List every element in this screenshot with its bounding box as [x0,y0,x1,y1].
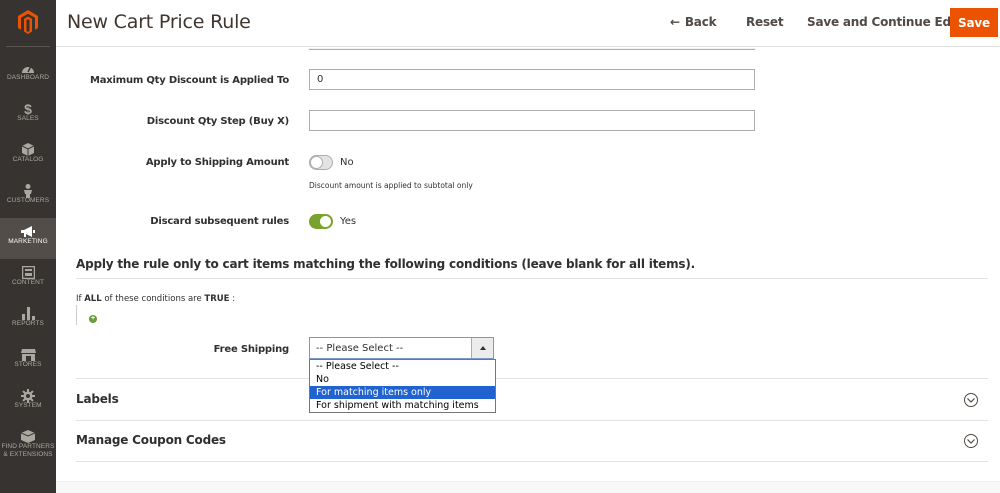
conditions-statement: If ALL of these conditions are TRUE : [76,294,235,304]
sidebar-item-label: CUSTOMERS [6,197,50,204]
sidebar-item-dashboard[interactable]: DASHBOARD [0,54,56,95]
sidebar-item-label: CATALOG [12,156,44,163]
toggle-knob [319,215,332,228]
chevron-down-circle-icon[interactable] [964,393,978,407]
sidebar-divider [6,46,50,47]
sidebar-item-find-partners[interactable]: FIND PARTNERS & EXTENSIONS [0,423,56,469]
section-divider [76,378,988,379]
puzzle-box-icon [0,423,56,444]
free-shipping-label: Free Shipping [213,344,290,355]
gear-icon [0,382,56,403]
save-and-continue-button[interactable]: Save and Continue Edit [807,15,961,29]
chevron-down-circle-icon[interactable] [964,434,978,448]
toggle-knob [310,156,323,169]
max-qty-label: Maximum Qty Discount is Applied To [89,75,289,86]
cond-value[interactable]: TRUE [204,294,229,304]
free-shipping-select[interactable]: -- Please Select -- [309,337,494,359]
back-button-label: Back [684,15,717,29]
labels-section-title[interactable]: Labels [76,392,119,406]
sidebar-item-label: STORES [14,361,42,368]
reset-button[interactable]: Reset [746,15,784,29]
layout-icon [0,259,56,280]
box-icon [0,136,56,157]
conditions-section-title: Apply the rule only to cart items matchi… [76,257,696,271]
caret-up-icon [479,346,486,350]
person-icon [0,177,56,198]
speedometer-icon [0,54,56,74]
page-footer-strip [56,481,1000,493]
sidebar-item-label: DASHBOARD [6,74,50,81]
sidebar-item-customers[interactable]: CUSTOMERS [0,177,56,218]
conditions-tree-line [76,305,77,325]
discard-rules-state: Yes [340,216,357,227]
admin-sidebar: DASHBOARD $ SALES CATALOG CUSTOMERS MARK… [0,0,56,493]
magento-logo-icon [18,10,38,34]
section-divider [76,278,988,279]
select-toggle-button[interactable] [471,338,493,358]
sidebar-item-label: REPORTS [11,320,44,327]
bar-chart-icon [0,300,56,321]
discard-rules-toggle[interactable] [309,214,333,229]
sidebar-item-label: CONTENT [11,279,45,286]
sidebar-item-label: SYSTEM [14,402,42,409]
free-shipping-options-list: -- Please Select -- No For matching item… [309,359,496,413]
sidebar-item-marketing[interactable]: MARKETING [0,218,56,259]
storefront-icon [0,341,56,361]
sidebar-item-catalog[interactable]: CATALOG [0,136,56,177]
dropdown-option-highlighted[interactable]: For matching items only [310,386,495,399]
magento-logo[interactable] [0,0,56,44]
apply-shipping-toggle[interactable] [309,155,333,170]
sidebar-item-reports[interactable]: REPORTS [0,300,56,341]
sidebar-item-label: MARKETING [8,238,48,245]
qty-step-input[interactable] [309,110,755,131]
max-qty-input[interactable] [309,69,755,90]
qty-step-label: Discount Qty Step (Buy X) [146,116,289,127]
coupon-section-title[interactable]: Manage Coupon Codes [76,433,226,447]
dropdown-option[interactable]: For shipment with matching items [310,399,495,412]
section-divider [76,461,988,462]
sidebar-item-sales[interactable]: $ SALES [0,95,56,136]
sidebar-item-stores[interactable]: STORES [0,341,56,382]
apply-shipping-label: Apply to Shipping Amount [145,157,289,168]
scrolled-field-edge [309,48,755,50]
sidebar-item-label: SALES [17,115,39,122]
cond-aggregator[interactable]: ALL [84,294,101,304]
plus-circle-icon[interactable]: + [89,315,97,323]
free-shipping-selected-value: -- Please Select -- [316,343,404,354]
cond-middle: of these conditions are [104,294,202,304]
dropdown-option[interactable]: No [310,373,495,386]
discard-rules-label: Discard subsequent rules [150,216,289,227]
cond-prefix: If [76,294,82,304]
sidebar-item-label-line2: & EXTENSIONS [3,451,53,458]
arrow-left-icon: ← [670,15,680,29]
main-content: Maximum Qty Discount is Applied To Disco… [56,48,1000,493]
page-header: New Cart Price Rule ← Back Reset Save and… [56,0,1000,47]
back-button[interactable]: ← Back [670,15,717,29]
section-divider [76,420,988,421]
dropdown-option[interactable]: -- Please Select -- [310,360,495,373]
sidebar-item-label: FIND PARTNERS [1,443,55,450]
page-title: New Cart Price Rule [67,11,251,33]
sidebar-item-system[interactable]: SYSTEM [0,382,56,423]
apply-shipping-state: No [340,157,354,168]
apply-shipping-note: Discount amount is applied to subtotal o… [309,181,473,190]
save-button[interactable]: Save [950,8,998,37]
megaphone-icon [0,218,56,238]
dollar-icon: $ [24,101,32,117]
sidebar-item-content[interactable]: CONTENT [0,259,56,300]
cond-suffix: : [232,294,236,304]
